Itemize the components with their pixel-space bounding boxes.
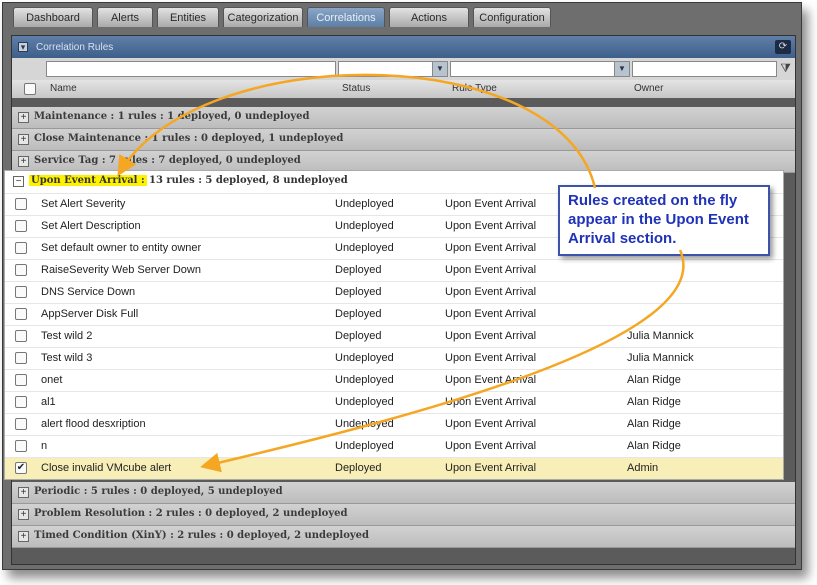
annotation-arrows (117, 73, 685, 473)
arrow-to-group-header (117, 73, 597, 189)
arrow-to-new-rule (200, 249, 685, 473)
